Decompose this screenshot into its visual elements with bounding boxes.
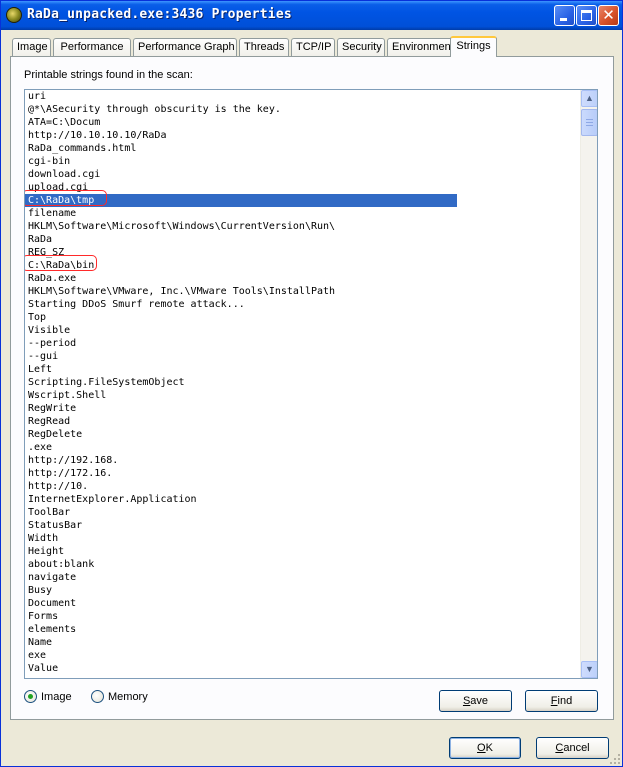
tab-threads[interactable]: Threads: [239, 38, 289, 56]
tab-performance[interactable]: Performance: [53, 38, 131, 56]
tab-image[interactable]: Image: [12, 38, 51, 56]
string-row[interactable]: C:\RaDa\bin: [25, 259, 457, 272]
string-row[interactable]: --period: [25, 337, 457, 350]
string-row[interactable]: Top: [25, 311, 457, 324]
tab-strings[interactable]: Strings: [450, 36, 497, 57]
string-row[interactable]: Wscript.Shell: [25, 389, 457, 402]
string-row[interactable]: exe: [25, 649, 457, 662]
string-row[interactable]: RaDa.exe: [25, 272, 457, 285]
radio-memory[interactable]: Memory: [91, 690, 148, 703]
strings-panel: Printable strings found in the scan: uri…: [10, 56, 614, 720]
string-row[interactable]: Name: [25, 636, 457, 649]
string-row[interactable]: RegDelete: [25, 428, 457, 441]
string-row[interactable]: HKLM\Software\Microsoft\Windows\CurrentV…: [25, 220, 457, 233]
string-row[interactable]: download.cgi: [25, 168, 457, 181]
minimize-button[interactable]: [554, 5, 575, 26]
minimize-icon: [560, 18, 567, 21]
close-icon: ✕: [602, 7, 615, 24]
find-button[interactable]: Find: [525, 690, 598, 712]
string-row[interactable]: elements: [25, 623, 457, 636]
string-row[interactable]: StatusBar: [25, 519, 457, 532]
string-row[interactable]: C:\RaDa\tmp: [25, 194, 457, 207]
tab-tcpip[interactable]: TCP/IP: [291, 38, 335, 56]
string-row[interactable]: Height: [25, 545, 457, 558]
ok-button[interactable]: OK: [449, 737, 521, 759]
title-bar[interactable]: RaDa_unpacked.exe:3436 Properties ✕: [1, 1, 622, 30]
string-row[interactable]: Value: [25, 662, 457, 675]
string-row[interactable]: @*\ASecurity through obscurity is the ke…: [25, 103, 457, 116]
radio-image-circle[interactable]: [24, 690, 37, 703]
window-title: RaDa_unpacked.exe:3436 Properties: [27, 7, 292, 22]
string-row[interactable]: --gui: [25, 350, 457, 363]
string-row[interactable]: .exe: [25, 441, 457, 454]
string-row[interactable]: http://192.168.: [25, 454, 457, 467]
string-row[interactable]: RegWrite: [25, 402, 457, 415]
string-row[interactable]: about:blank: [25, 558, 457, 571]
resize-grip[interactable]: [608, 752, 620, 764]
string-row[interactable]: Forms: [25, 610, 457, 623]
radio-image-label: Image: [41, 690, 72, 703]
tab-environment[interactable]: Environment: [387, 38, 456, 56]
radio-image[interactable]: Image: [24, 690, 72, 703]
scroll-thumb[interactable]: [581, 109, 597, 136]
tab-security[interactable]: Security: [337, 38, 385, 56]
process-icon: [6, 7, 22, 23]
string-row[interactable]: Width: [25, 532, 457, 545]
string-row[interactable]: cgi-bin: [25, 155, 457, 168]
close-button[interactable]: ✕: [598, 5, 619, 26]
string-row[interactable]: upload.cgi: [25, 181, 457, 194]
string-row[interactable]: HKLM\Software\VMware, Inc.\VMware Tools\…: [25, 285, 457, 298]
string-row[interactable]: Left: [25, 363, 457, 376]
save-button[interactable]: Save: [439, 690, 512, 712]
vertical-scrollbar[interactable]: ▲ ▼: [580, 90, 597, 678]
radio-memory-circle[interactable]: [91, 690, 104, 703]
string-row[interactable]: Scripting.FileSystemObject: [25, 376, 457, 389]
string-row[interactable]: RegRead: [25, 415, 457, 428]
radio-memory-label: Memory: [108, 690, 148, 703]
string-row[interactable]: RaDa_commands.html: [25, 142, 457, 155]
string-row[interactable]: ToolBar: [25, 506, 457, 519]
maximize-icon: [581, 10, 592, 21]
string-row[interactable]: ATA=C:\Docum: [25, 116, 457, 129]
strings-list: uri @*\ASecurity through obscurity is the…: [25, 90, 581, 678]
strings-panel-label: Printable strings found in the scan:: [24, 69, 193, 81]
string-row[interactable]: Busy: [25, 584, 457, 597]
string-row[interactable]: Starting DDoS Smurf remote attack...: [25, 298, 457, 311]
string-row[interactable]: InternetExplorer.Application: [25, 493, 457, 506]
string-row[interactable]: uri: [25, 90, 457, 103]
string-row[interactable]: REG_SZ: [25, 246, 457, 259]
string-row[interactable]: http://172.16.: [25, 467, 457, 480]
string-row[interactable]: Document: [25, 597, 457, 610]
strings-listbox[interactable]: uri @*\ASecurity through obscurity is the…: [24, 89, 598, 679]
cancel-button[interactable]: Cancel: [536, 737, 609, 759]
scroll-up-button[interactable]: ▲: [581, 90, 597, 107]
maximize-button[interactable]: [576, 5, 597, 26]
string-row[interactable]: Visible: [25, 324, 457, 337]
scroll-down-button[interactable]: ▼: [581, 661, 597, 678]
string-row[interactable]: navigate: [25, 571, 457, 584]
string-row[interactable]: RaDa: [25, 233, 457, 246]
string-row[interactable]: http://10.: [25, 480, 457, 493]
properties-window: RaDa_unpacked.exe:3436 Properties ✕ Imag…: [0, 0, 623, 767]
string-row[interactable]: http://10.10.10.10/RaDa: [25, 129, 457, 142]
string-row[interactable]: filename: [25, 207, 457, 220]
tab-performance-graph[interactable]: Performance Graph: [133, 38, 237, 56]
